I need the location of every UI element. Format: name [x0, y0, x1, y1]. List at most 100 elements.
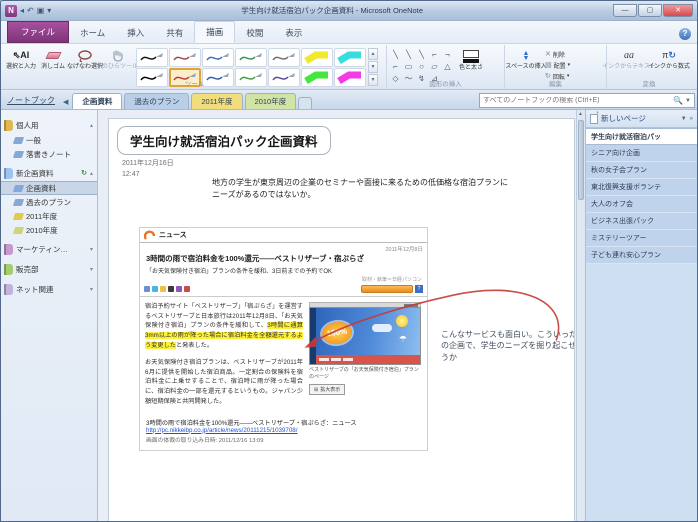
clipped-article[interactable]: ニュース 2011年12月8日 3時間の雨で宿泊料金を100%還元――ベストリザ… [139, 227, 428, 451]
gallery-down-icon[interactable]: ▼ [368, 61, 378, 73]
help-icon[interactable]: ? [679, 28, 691, 40]
search-input[interactable] [483, 97, 673, 104]
expand-icon[interactable]: ▾ [90, 246, 94, 253]
page-tab-tohoku[interactable]: 東北復興支援ボランテ [586, 179, 697, 196]
shape-rect-icon[interactable]: ▭ [402, 61, 415, 73]
page-tab-senior[interactable]: シニア向け企画 [586, 145, 697, 162]
collapse-icon[interactable]: ▴ [90, 122, 94, 129]
pages-panel: 新しいページ ▼ » 学生向け就活宿泊パッ シニア向け企画 秋の女子会プラン 東… [585, 110, 697, 522]
page-tab-mystery[interactable]: ミステリーツアー [586, 230, 697, 247]
page-tab-student-pack[interactable]: 学生向け就活宿泊パッ [586, 128, 697, 145]
color-thickness-button[interactable]: 色と太さ [454, 47, 488, 72]
social-icon[interactable] [144, 286, 150, 292]
social-icon[interactable] [176, 286, 182, 292]
pen-swatch[interactable] [235, 48, 267, 67]
create-section-tab[interactable] [298, 97, 312, 109]
panning-hand-button[interactable]: 手のひらツール [101, 46, 133, 71]
notebook-marketing[interactable]: マーケティン… ▾ [1, 241, 97, 257]
select-and-type-button[interactable]: ⇖AI 選択と入力 [5, 46, 37, 71]
tab-view[interactable]: 表示 [274, 23, 313, 43]
arrange-button[interactable]: ▤ 配置 ▾ [545, 60, 570, 70]
sidebar-section-kako[interactable]: 過去のプラン [1, 195, 97, 209]
minimize-button[interactable]: — [613, 4, 637, 17]
search-dropdown-icon[interactable]: ▼ [683, 98, 691, 104]
note-page[interactable]: 学生向け就活宿泊パック企画資料 2011年12月16日 12:47 地方の学生が… [108, 118, 575, 522]
pen-swatch[interactable] [136, 48, 168, 67]
vertical-scrollbar[interactable]: ▲ ▼ [576, 110, 585, 522]
tab-review[interactable]: 校閲 [235, 23, 274, 43]
eraser-button[interactable]: 消しゴム [37, 46, 69, 71]
shape-line-icon[interactable]: ╲ [389, 49, 402, 61]
section-tab-kako[interactable]: 過去のプラン [124, 93, 189, 109]
sidebar-section-scribble[interactable]: 落書きノート [1, 147, 97, 161]
ink-to-text-button[interactable]: aa インクからテキスト [609, 46, 649, 71]
sidebar-section-kikaku[interactable]: 企画資料 [1, 181, 97, 195]
zoom-grid-icon: ⊞ [314, 387, 318, 393]
search-box[interactable]: 🔍 ▼ [479, 93, 695, 108]
section-tab-2010[interactable]: 2010年度 [245, 93, 297, 109]
undo-icon[interactable]: ↶ [27, 5, 34, 17]
tab-draw[interactable]: 描画 [194, 21, 235, 43]
collapse-navbar-icon[interactable]: ◀ [61, 98, 72, 109]
shape-ellipse-icon[interactable]: ○ [415, 61, 428, 73]
tab-share[interactable]: 共有 [155, 23, 194, 43]
close-button[interactable]: ✕ [663, 4, 693, 17]
shape-arrow-icon[interactable]: ╲ [415, 49, 428, 61]
notebook-net[interactable]: ネット関連 ▾ [1, 281, 97, 297]
pen-swatch[interactable] [169, 48, 201, 67]
social-icon[interactable] [160, 286, 166, 292]
sidebar-section-2011[interactable]: 2011年度 [1, 209, 97, 223]
shape-line-icon[interactable]: ╲ [402, 49, 415, 61]
maximize-button[interactable]: ▢ [638, 4, 662, 17]
dock-icon[interactable]: ▣ [37, 5, 45, 17]
sidebar-section-general[interactable]: 一般 [1, 133, 97, 147]
collapse-panel-icon[interactable]: » [690, 116, 693, 122]
page-tab-otona[interactable]: 大人のオフ会 [586, 196, 697, 213]
page-tab-kodomo[interactable]: 子ども連れ安心プラン [586, 247, 697, 264]
shape-connector-icon[interactable]: ⌐ [428, 49, 441, 61]
section-tab-kikaku[interactable]: 企画資料 [72, 93, 122, 109]
shape-connector-icon[interactable]: ⌐ [389, 61, 402, 73]
notebook-sales[interactable]: 販売部 ▾ [1, 261, 97, 277]
new-page-button[interactable]: 新しいページ ▼ » [586, 110, 697, 128]
intro-note[interactable]: 地方の学生が東京周辺の企業のセミナーや面接に来るための低価格な宿泊プランにニーズ… [212, 177, 512, 201]
tab-insert[interactable]: 挿入 [116, 23, 155, 43]
orange-action-button[interactable] [361, 285, 413, 293]
vscroll-thumb[interactable] [578, 120, 584, 200]
collapse-icon[interactable]: ▴ [90, 170, 94, 177]
pen-swatch[interactable] [202, 48, 234, 67]
social-icon[interactable] [168, 286, 174, 292]
notebooks-header[interactable]: ノートブック [1, 95, 61, 109]
zoom-image-link[interactable]: ⊞拡大表示 [309, 384, 345, 395]
ink-to-math-button[interactable]: π↻ インクから数式 [649, 46, 689, 71]
social-icon[interactable] [184, 286, 190, 292]
annotation-note[interactable]: こんなサービスも面白い。こういった独自の企画で、学生のニーズを掘り起こせばどうか [441, 329, 575, 363]
shape-triangle-icon[interactable]: △ [441, 61, 454, 73]
highlighter-swatch[interactable] [301, 48, 333, 67]
page-tab-joshikai[interactable]: 秋の女子会プラン [586, 162, 697, 179]
gallery-up-icon[interactable]: ▲ [368, 48, 378, 60]
shape-connector-icon[interactable]: ¬ [441, 49, 454, 61]
file-tab[interactable]: ファイル [7, 21, 69, 43]
delete-button[interactable]: ✕ 削除 [545, 49, 570, 59]
help-badge-icon[interactable]: ? [415, 285, 423, 293]
expand-icon[interactable]: ▾ [90, 286, 94, 293]
pen-swatch[interactable] [268, 48, 300, 67]
page-title[interactable]: 学生向け就活宿泊パック企画資料 [117, 126, 331, 155]
source-url-link[interactable]: http://pc.nikkeibp.co.jp/article/news/20… [146, 427, 421, 434]
notebook-personal[interactable]: 個人用 ▴ [1, 117, 97, 133]
notebook-new-plan[interactable]: 新企画資料 ↻ ▴ [1, 165, 97, 181]
highlighter-swatch[interactable] [334, 48, 366, 67]
new-page-dropdown-icon[interactable]: ▼ [681, 116, 687, 122]
shape-parallelogram-icon[interactable]: ▱ [428, 61, 441, 73]
insert-space-button[interactable]: ▲▼ スペースの挿入 [507, 46, 545, 71]
back-icon[interactable]: ◂ [20, 5, 24, 17]
sidebar-section-2010[interactable]: 2010年度 [1, 223, 97, 237]
tab-home[interactable]: ホーム [69, 23, 116, 43]
scroll-up-icon[interactable]: ▲ [576, 110, 585, 119]
section-tab-2011[interactable]: 2011年度 [191, 93, 242, 109]
page-tab-business[interactable]: ビジネス出張パック [586, 213, 697, 230]
quick-access-toolbar: N ◂ ↶ ▣ ▾ [1, 5, 51, 17]
social-icon[interactable] [152, 286, 158, 292]
expand-icon[interactable]: ▾ [90, 266, 94, 273]
